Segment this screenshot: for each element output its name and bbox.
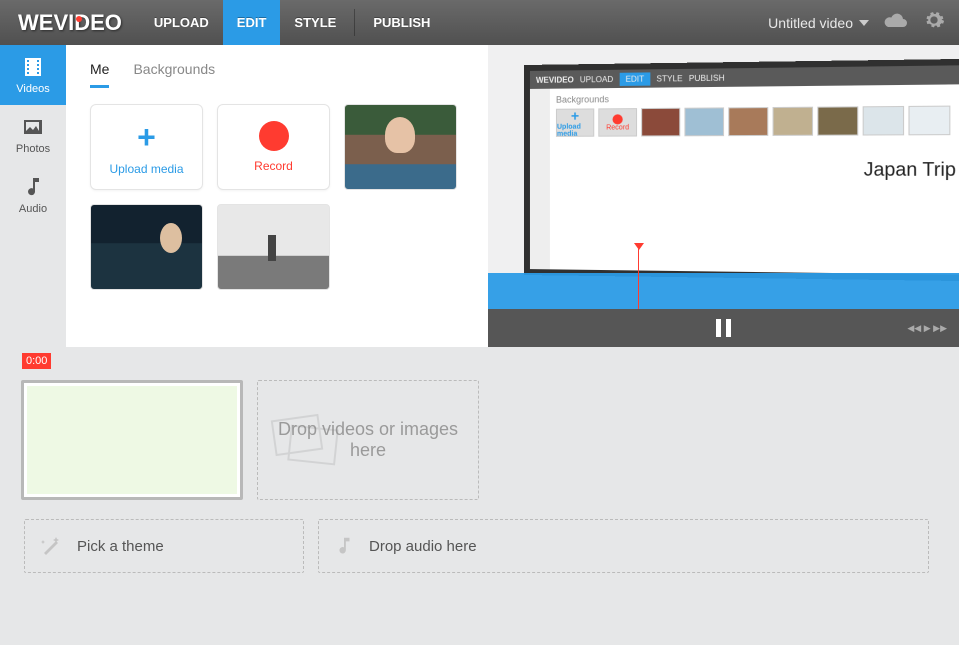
cloud-icon[interactable] [883, 10, 909, 36]
upload-media-tile[interactable]: + Upload media [90, 104, 203, 190]
logo-text: WEVIDEO [18, 10, 122, 35]
mini-nav-publish: PUBLISH [689, 73, 725, 83]
logo-dot-icon [76, 16, 82, 22]
mini-thumb [817, 106, 858, 135]
project-title-dropdown[interactable]: Untitled video [768, 15, 869, 31]
music-note-icon [21, 175, 45, 199]
sidebar-item-photos[interactable]: Photos [0, 105, 66, 165]
player-controls: ◀◀ ▶ ▶▶ [488, 309, 959, 347]
pick-theme-button[interactable]: Pick a theme [24, 519, 304, 573]
upload-media-label: Upload media [109, 162, 183, 176]
audio-drop-label: Drop audio here [369, 538, 477, 555]
header-right: Untitled video [768, 9, 959, 37]
mini-record-tile: Record [598, 108, 637, 137]
sidebar-label-photos: Photos [16, 143, 50, 155]
mini-nav-style: STYLE [656, 74, 682, 83]
mini-thumb [908, 106, 950, 136]
main-area: Videos Photos Audio Me Backgrounds + Upl… [0, 45, 959, 347]
preview-scrubber[interactable] [488, 273, 959, 309]
mini-logo: WEVIDEO [536, 75, 574, 84]
nav-style[interactable]: STYLE [280, 0, 350, 45]
video-track[interactable]: Drop videos or images here [18, 377, 959, 503]
time-marker: 0:00 [22, 353, 51, 369]
mini-upload-tile: +Upload media [556, 108, 594, 136]
sidebar-item-audio[interactable]: Audio [0, 165, 66, 225]
timeline: 0:00 Drop videos or images here Pick a t… [0, 351, 959, 573]
preview-content: WEVIDEO UPLOAD EDIT STYLE PUBLISH Backgr… [530, 65, 959, 275]
mini-nav-edit: EDIT [619, 72, 650, 86]
sidebar-label-audio: Audio [19, 203, 47, 215]
music-note-icon [333, 535, 355, 557]
record-label: Record [254, 159, 293, 173]
media-clip-2[interactable] [90, 204, 203, 290]
media-clip-1[interactable] [344, 104, 457, 190]
preview-title-text: Japan Trip [864, 159, 956, 181]
photo-icon [21, 115, 45, 139]
app-header: WEVIDEO UPLOAD EDIT STYLE PUBLISH Untitl… [0, 0, 959, 45]
main-nav: UPLOAD EDIT STYLE PUBLISH [140, 0, 444, 45]
timeline-clip-1[interactable] [21, 380, 243, 500]
media-tiles: + Upload media Record [90, 104, 464, 290]
film-icon [21, 55, 45, 79]
gear-icon[interactable] [923, 9, 945, 37]
nav-separator [354, 9, 355, 36]
mini-thumb [773, 107, 814, 136]
mini-thumb [728, 107, 768, 136]
sidebar-item-videos[interactable]: Videos [0, 45, 66, 105]
nav-publish[interactable]: PUBLISH [359, 0, 444, 45]
audio-drop-zone[interactable]: Drop audio here [318, 519, 929, 573]
sidebar: Videos Photos Audio [0, 45, 66, 347]
video-drop-zone[interactable]: Drop videos or images here [257, 380, 479, 500]
pick-theme-label: Pick a theme [77, 538, 164, 555]
media-panel: Me Backgrounds + Upload media Record [66, 45, 488, 347]
mini-sidebar [530, 89, 550, 270]
logo: WEVIDEO [0, 10, 140, 36]
record-tile[interactable]: Record [217, 104, 330, 190]
mini-tab-label: Backgrounds [556, 91, 950, 105]
bottom-tracks: Pick a theme Drop audio here [18, 519, 959, 573]
tab-backgrounds[interactable]: Backgrounds [133, 61, 215, 88]
media-tabs: Me Backgrounds [90, 61, 464, 88]
preview-panel: WEVIDEO UPLOAD EDIT STYLE PUBLISH Backgr… [488, 45, 959, 347]
nav-edit[interactable]: EDIT [223, 0, 281, 45]
mini-thumb [863, 106, 904, 136]
mini-thumb [641, 108, 680, 137]
media-clip-3[interactable] [217, 204, 330, 290]
sidebar-label-videos: Videos [16, 83, 49, 95]
mini-nav-upload: UPLOAD [580, 74, 613, 83]
chevron-down-icon [859, 20, 869, 26]
record-icon [259, 121, 289, 151]
preview-viewport: WEVIDEO UPLOAD EDIT STYLE PUBLISH Backgr… [524, 59, 959, 282]
playhead-icon[interactable] [638, 249, 639, 309]
nav-upload[interactable]: UPLOAD [140, 0, 223, 45]
wand-icon [39, 534, 63, 558]
project-title: Untitled video [768, 15, 853, 31]
filmstrip-icon [270, 410, 340, 470]
plus-icon: + [137, 119, 156, 156]
player-transport-icons[interactable]: ◀◀ ▶ ▶▶ [907, 323, 947, 334]
pause-button[interactable] [716, 319, 731, 337]
mini-thumb [684, 107, 724, 136]
tab-me[interactable]: Me [90, 61, 109, 88]
